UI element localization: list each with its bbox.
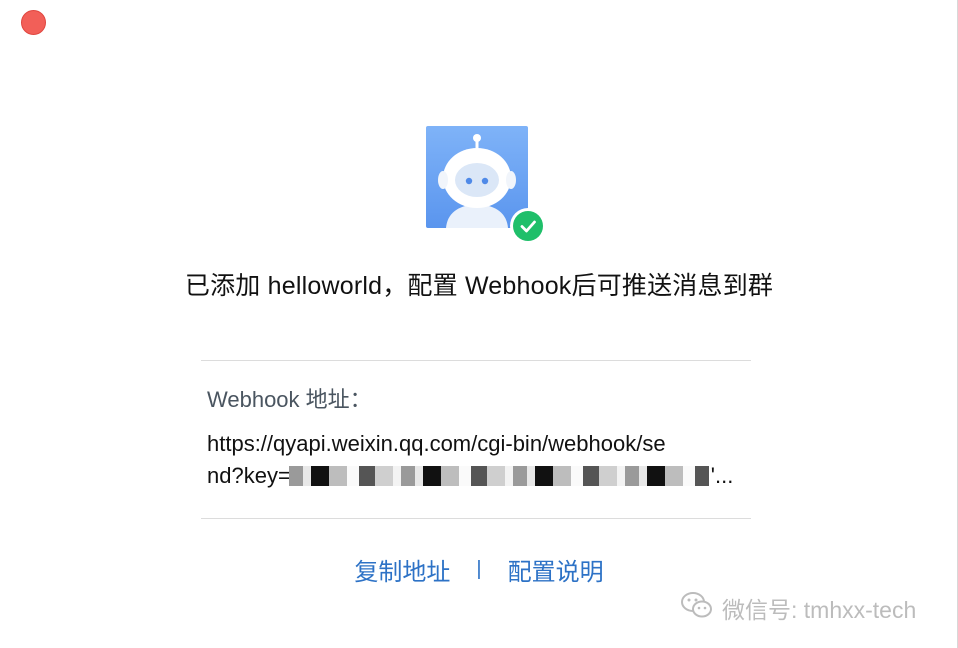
bot-avatar-container — [426, 126, 546, 244]
copy-address-link[interactable]: 复制地址 — [354, 552, 450, 587]
checkmark-icon — [520, 220, 536, 233]
webhook-address-label: Webhook 地址： — [207, 387, 372, 412]
webhook-url-line1: https://qyapi.weixin.qq.com/cgi-bin/webh… — [207, 431, 666, 456]
wechat-icon — [680, 590, 714, 626]
action-links: 复制地址 | 配置说明 — [0, 552, 958, 587]
close-window-button[interactable] — [21, 10, 46, 35]
webhook-url-ellipsis: '... — [710, 463, 734, 488]
webhook-dialog-window: 已添加 helloworld，配置 Webhook后可推送消息到群 Webhoo… — [0, 0, 958, 648]
link-separator: | — [476, 558, 482, 580]
watermark-text: 微信号: tmhxx-tech — [722, 597, 917, 623]
webhook-url-text[interactable]: https://qyapi.weixin.qq.com/cgi-bin/webh… — [207, 428, 752, 492]
top-divider — [201, 360, 751, 361]
added-bot-headline: 已添加 helloworld，配置 Webhook后可推送消息到群 — [184, 272, 774, 300]
redacted-key-mosaic — [289, 466, 709, 486]
config-instructions-link[interactable]: 配置说明 — [508, 552, 604, 587]
added-check-badge — [510, 208, 546, 244]
bottom-divider — [201, 518, 751, 519]
webhook-url-key-prefix: nd?key= — [207, 463, 291, 488]
webhook-url-line2: nd?key= '... — [207, 460, 752, 492]
wechat-watermark: 微信号: tmhxx-tech — [680, 590, 916, 626]
robot-avatar-icon — [426, 126, 528, 228]
